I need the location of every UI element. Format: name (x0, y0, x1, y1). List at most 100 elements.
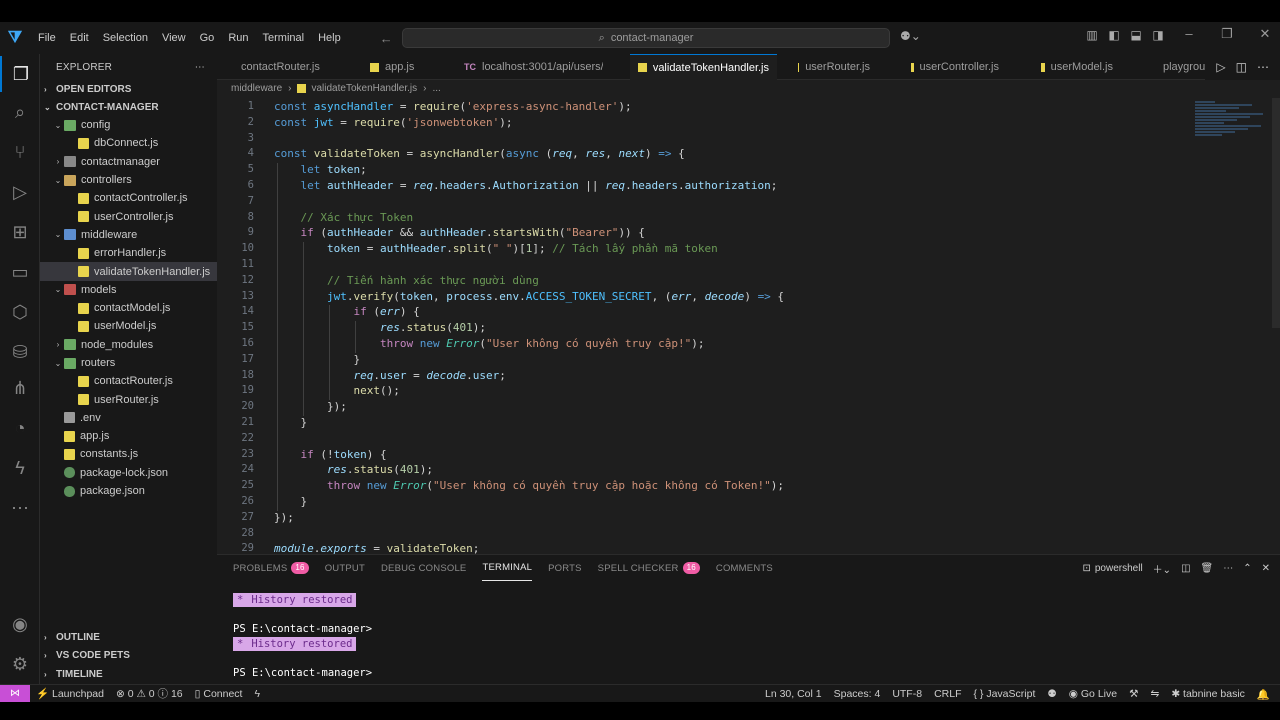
run-icon[interactable]: ▷ (1211, 60, 1230, 74)
code-line[interactable]: const validateToken = asyncHandler(async… (274, 147, 685, 160)
language-mode[interactable]: { } JavaScript (973, 688, 1035, 700)
menu-item-edit[interactable]: Edit (63, 32, 96, 44)
code-line[interactable]: let token; (274, 163, 367, 176)
split-editor-icon[interactable]: ◫ (1231, 60, 1252, 74)
back-arrow-icon[interactable]: ← (374, 31, 399, 46)
tree-item[interactable]: contactModel.js (40, 299, 217, 317)
panel-tab[interactable]: SPELL CHECKER 16 (598, 555, 700, 581)
editor-tab[interactable]: userController.js (903, 54, 1007, 80)
code-line[interactable]: if (authHeader && authHeader.startsWith(… (274, 226, 645, 239)
problems-item[interactable]: ⊗ 0 ⚠ 0 ⓘ 16 (116, 686, 183, 701)
code-line[interactable]: }); (274, 400, 347, 413)
testing-icon[interactable]: ⬡ (0, 294, 40, 330)
panel-tab[interactable]: PORTS (548, 555, 582, 581)
plug-icon[interactable]: ϟ (254, 688, 260, 700)
settings-gear-icon[interactable]: ⚙ (0, 646, 40, 682)
new-terminal-icon[interactable]: ＋⌄ (1153, 561, 1171, 576)
code-line[interactable]: } (274, 353, 360, 366)
menu-item-help[interactable]: Help (311, 32, 348, 44)
close-panel-icon[interactable]: ✕ (1262, 563, 1270, 574)
notifications-icon[interactable]: 🔔 (1257, 688, 1270, 701)
tree-item[interactable]: › contactmanager (40, 153, 217, 171)
code-line[interactable]: } (274, 416, 307, 429)
tree-item[interactable]: contactRouter.js (40, 372, 217, 390)
thunder-icon[interactable]: ϟ (0, 450, 40, 486)
editor-tab[interactable]: app.js (362, 54, 437, 80)
tree-item[interactable]: ⌄ controllers (40, 171, 217, 189)
tree-item[interactable]: errorHandler.js (40, 244, 217, 262)
remote-indicator-icon[interactable]: ⋈ (0, 685, 30, 702)
timeline-section[interactable]: › TIMELINE (40, 665, 217, 684)
code-line[interactable]: // Xác thực Token (274, 211, 414, 224)
code-line[interactable]: token = authHeader.split(" ")[1]; // Tác… (274, 242, 718, 255)
maximize-icon[interactable]: ❐ (1208, 26, 1246, 42)
tree-item[interactable]: validateTokenHandler.js (40, 262, 217, 281)
editor-tab[interactable]: contactRouter.js (227, 54, 327, 80)
cursor-position[interactable]: Ln 30, Col 1 (765, 688, 822, 700)
pets-section[interactable]: › VS CODE PETS (40, 647, 217, 666)
code-line[interactable]: const jwt = require('jsonwebtoken'); (274, 116, 512, 129)
menu-item-file[interactable]: File (31, 32, 63, 44)
tabnine-item[interactable]: ✱ tabnine basic (1171, 688, 1245, 700)
launchpad-item[interactable]: ⚡ Launchpad (36, 687, 104, 700)
feedback-icon[interactable]: ⚒ (1129, 688, 1138, 700)
more-actions-icon[interactable]: ⋯ (1252, 60, 1274, 74)
layout-icon[interactable]: ▥ (1081, 28, 1103, 42)
code-line[interactable]: if (err) { (274, 305, 419, 318)
editor-tab[interactable]: validateTokenHandler.js (630, 54, 777, 80)
code-line[interactable]: const asyncHandler = require('express-as… (274, 100, 632, 113)
toggle-panel-icon[interactable]: ⬓ (1125, 28, 1147, 42)
edge-icon[interactable]: ◔ (0, 410, 40, 446)
source-control-icon[interactable]: ⑂ (0, 134, 40, 170)
code-line[interactable]: next(); (274, 384, 399, 397)
menu-item-terminal[interactable]: Terminal (256, 32, 312, 44)
connect-item[interactable]: ▯ Connect (195, 688, 243, 700)
tree-item[interactable]: userController.js (40, 207, 217, 225)
code-line[interactable]: req.user = decode.user; (274, 369, 505, 382)
tree-item[interactable]: .env (40, 409, 217, 427)
eol[interactable]: CRLF (934, 688, 961, 700)
menu-item-go[interactable]: Go (193, 32, 222, 44)
menu-item-run[interactable]: Run (221, 32, 255, 44)
tree-item[interactable]: ⌄ routers (40, 354, 217, 372)
breadcrumb-item[interactable]: ... (432, 83, 440, 94)
toggle-sidebar-icon[interactable]: ◧ (1103, 28, 1125, 42)
tree-icon[interactable]: ⋔ (0, 370, 40, 406)
run-debug-icon[interactable]: ▷ (0, 174, 40, 210)
panel-tab[interactable]: COMMENTS (716, 555, 773, 581)
code-line[interactable]: let authHeader = req.headers.Authorizati… (274, 179, 778, 192)
remote-explorer-icon[interactable]: ▭ (0, 254, 40, 290)
editor-tab[interactable]: userRouter.js (790, 54, 878, 80)
editor-tab[interactable]: TC localhost:3001/api/users/... (446, 54, 603, 80)
more-actions-icon[interactable]: ⋯ (1223, 563, 1233, 574)
tree-item[interactable]: package.json (40, 482, 217, 500)
command-center-search[interactable]: ⌕ contact-manager (402, 28, 890, 48)
extensions-icon[interactable]: ⊞ (0, 214, 40, 250)
shell-name[interactable]: powershell (1095, 563, 1143, 574)
minimize-icon[interactable]: – (1170, 26, 1208, 42)
toggle-secondary-sidebar-icon[interactable]: ◨ (1147, 28, 1169, 42)
close-icon[interactable]: ✕ (1246, 26, 1280, 42)
code-line[interactable]: throw new Error("User không có quyền tru… (274, 337, 705, 350)
copilot-icon[interactable]: ⚉⌄ (900, 29, 921, 43)
editor-tab[interactable]: playgrou (1149, 54, 1209, 80)
code-line[interactable]: jwt.verify(token, process.env.ACCESS_TOK… (274, 290, 784, 303)
indentation[interactable]: Spaces: 4 (834, 688, 881, 700)
panel-tab[interactable]: PROBLEMS 16 (233, 555, 309, 581)
outline-section[interactable]: › OUTLINE (40, 628, 217, 647)
project-section[interactable]: ⌄ CONTACT-MANAGER (40, 98, 217, 116)
tree-item[interactable]: ⌄ models (40, 281, 217, 299)
panel-tab[interactable]: DEBUG CONSOLE (381, 555, 466, 581)
code-line[interactable]: }); (274, 511, 294, 524)
minimap[interactable] (1195, 100, 1270, 140)
code-line[interactable]: throw new Error("User không có quyền tru… (274, 479, 784, 492)
breadcrumb-item[interactable]: validateTokenHandler.js (311, 83, 417, 94)
tree-item[interactable]: ⌄ config (40, 116, 217, 134)
tree-item[interactable]: › node_modules (40, 336, 217, 354)
code-line[interactable]: res.status(401); (274, 463, 433, 476)
editor-scrollbar[interactable] (1272, 98, 1280, 328)
tree-item[interactable]: constants.js (40, 445, 217, 463)
tree-item[interactable]: userModel.js (40, 317, 217, 335)
tree-item[interactable]: contactController.js (40, 189, 217, 207)
tabnine-toggle-icon[interactable]: ⇋ (1151, 688, 1160, 700)
